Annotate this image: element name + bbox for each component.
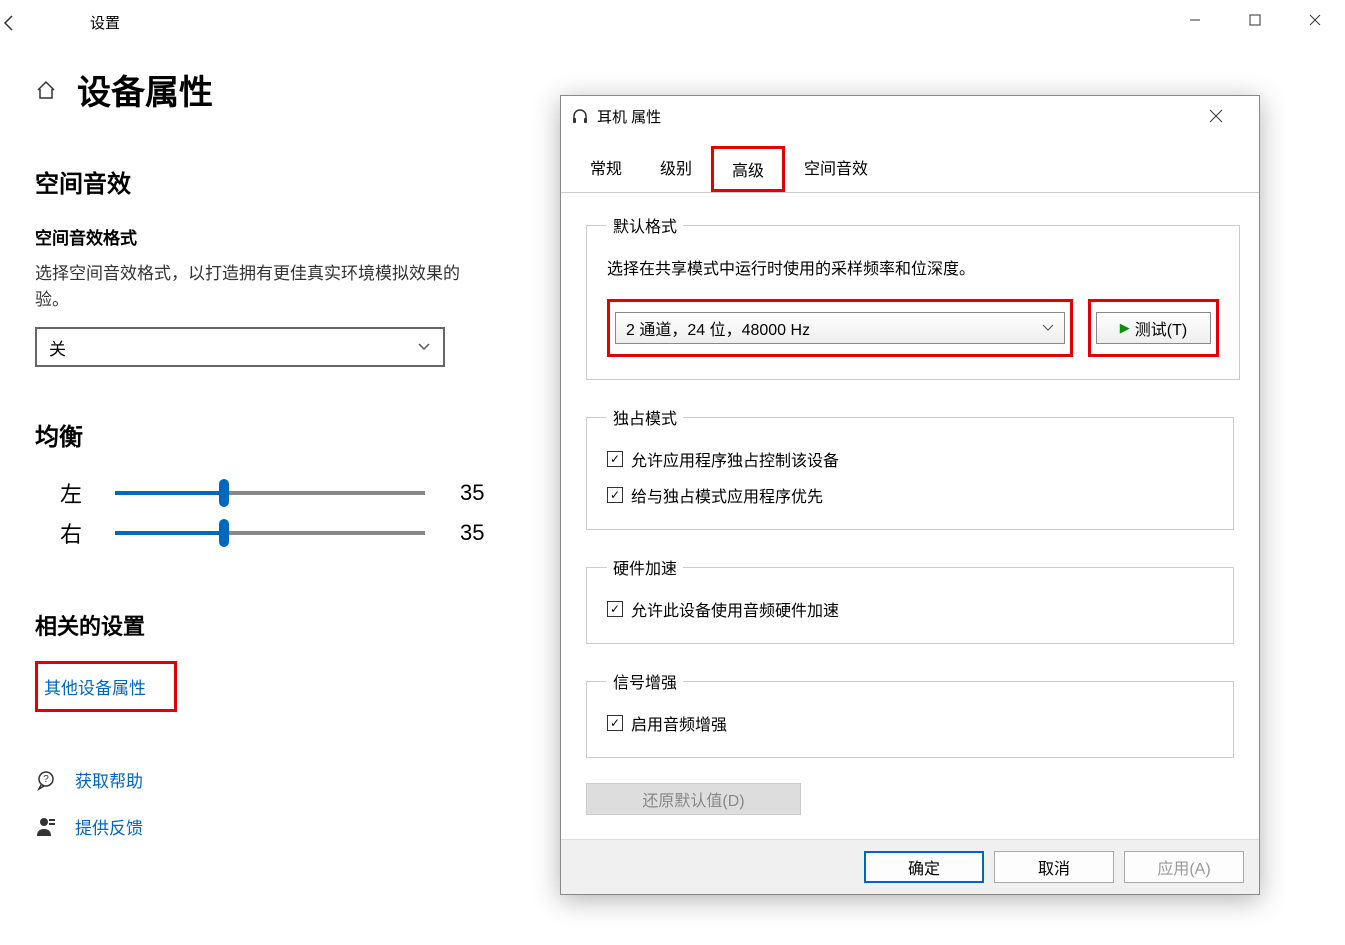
tab-levels[interactable]: 级别 xyxy=(641,146,711,192)
headphones-icon xyxy=(571,107,597,125)
back-button[interactable] xyxy=(0,14,50,32)
signal-legend: 信号增强 xyxy=(607,669,683,693)
restore-defaults-button[interactable]: 还原默认值(D) xyxy=(586,783,801,815)
dialog-body: 默认格式 选择在共享模式中运行时使用的采样频率和位深度。 2 通道，24 位，4… xyxy=(561,193,1259,835)
exclusive-legend: 独占模式 xyxy=(607,405,683,429)
spatial-desc: 选择空间音效格式，以打造拥有更佳真实环境模拟效果的 验。 xyxy=(35,261,565,312)
balance-right-label: 右 xyxy=(60,517,115,549)
checkbox-icon: ✓ xyxy=(607,715,623,731)
maximize-button[interactable] xyxy=(1225,0,1285,40)
signal-enhance-group: 信号增强 ✓ 启用音频增强 xyxy=(586,669,1234,758)
signal-enable-row[interactable]: ✓ 启用音频增强 xyxy=(607,711,1213,735)
chevron-down-icon xyxy=(417,342,431,352)
dialog-title: 耳机 属性 xyxy=(597,106,1209,127)
person-icon xyxy=(35,816,60,838)
page-title: 设备属性 xyxy=(77,65,213,114)
chat-icon: ? xyxy=(35,769,60,791)
test-button-highlight: ▶ 测试(T) xyxy=(1088,299,1219,357)
signal-enable-label: 启用音频增强 xyxy=(631,711,727,735)
spatial-desc-line2: 验。 xyxy=(35,290,69,309)
dialog-close-button[interactable] xyxy=(1209,109,1249,123)
format-select[interactable]: 2 通道，24 位，48000 Hz xyxy=(615,312,1065,344)
balance-left-slider[interactable] xyxy=(115,491,425,495)
checkbox-icon: ✓ xyxy=(607,451,623,467)
allow-exclusive-row[interactable]: ✓ 允许应用程序独占控制该设备 xyxy=(607,447,1213,471)
tab-advanced[interactable]: 高级 xyxy=(711,146,785,192)
other-device-props-highlight: 其他设备属性 xyxy=(35,661,177,712)
hw-accel-label: 允许此设备使用音频硬件加速 xyxy=(631,597,839,621)
balance-left-value: 35 xyxy=(460,480,484,506)
tab-spatial[interactable]: 空间音效 xyxy=(785,146,887,192)
window-title: 设置 xyxy=(90,12,120,33)
default-format-desc: 选择在共享模式中运行时使用的采样频率和位深度。 xyxy=(607,255,1219,279)
balance-right-slider[interactable] xyxy=(115,531,425,535)
hw-accel-legend: 硬件加速 xyxy=(607,555,683,579)
dialog-footer: 确定 取消 应用(A) xyxy=(561,839,1259,894)
dialog-tabs: 常规 级别 高级 空间音效 xyxy=(561,146,1259,193)
home-icon[interactable] xyxy=(35,79,57,101)
play-icon: ▶ xyxy=(1120,320,1130,336)
svg-text:?: ? xyxy=(43,774,49,785)
cancel-button[interactable]: 取消 xyxy=(994,851,1114,883)
headphone-properties-dialog: 耳机 属性 常规 级别 高级 空间音效 默认格式 选择在共享模式中运行时使用的采… xyxy=(560,95,1260,895)
hw-accel-row[interactable]: ✓ 允许此设备使用音频硬件加速 xyxy=(607,597,1213,621)
slider-thumb[interactable] xyxy=(219,479,229,507)
titlebar: 设置 xyxy=(0,0,1345,45)
exclusive-mode-group: 独占模式 ✓ 允许应用程序独占控制该设备 ✓ 给与独占模式应用程序优先 xyxy=(586,405,1234,530)
get-help-link[interactable]: 获取帮助 xyxy=(75,767,143,792)
ok-button[interactable]: 确定 xyxy=(864,851,984,883)
tab-general[interactable]: 常规 xyxy=(571,146,641,192)
chevron-down-icon xyxy=(1042,324,1054,332)
default-format-group: 默认格式 选择在共享模式中运行时使用的采样频率和位深度。 2 通道，24 位，4… xyxy=(586,213,1240,380)
dropdown-value: 关 xyxy=(49,335,66,360)
hardware-accel-group: 硬件加速 ✓ 允许此设备使用音频硬件加速 xyxy=(586,555,1234,644)
apply-button[interactable]: 应用(A) xyxy=(1124,851,1244,883)
window-controls xyxy=(1165,0,1345,40)
close-button[interactable] xyxy=(1285,0,1345,40)
balance-left-label: 左 xyxy=(60,477,115,509)
test-button-label: 测试(T) xyxy=(1135,316,1187,340)
format-select-value: 2 通道，24 位，48000 Hz xyxy=(626,316,810,340)
feedback-link[interactable]: 提供反馈 xyxy=(75,814,143,839)
dialog-titlebar: 耳机 属性 xyxy=(561,96,1259,136)
exclusive-priority-row[interactable]: ✓ 给与独占模式应用程序优先 xyxy=(607,483,1213,507)
checkbox-icon: ✓ xyxy=(607,487,623,503)
format-select-highlight: 2 通道，24 位，48000 Hz xyxy=(607,299,1073,357)
balance-right-value: 35 xyxy=(460,520,484,546)
other-device-props-link[interactable]: 其他设备属性 xyxy=(44,679,146,698)
allow-exclusive-label: 允许应用程序独占控制该设备 xyxy=(631,447,839,471)
checkbox-icon: ✓ xyxy=(607,601,623,617)
test-button[interactable]: ▶ 测试(T) xyxy=(1096,312,1211,344)
spatial-format-dropdown[interactable]: 关 xyxy=(35,327,445,367)
exclusive-priority-label: 给与独占模式应用程序优先 xyxy=(631,483,823,507)
format-row: 2 通道，24 位，48000 Hz ▶ 测试(T) xyxy=(607,299,1219,357)
spatial-desc-line1: 选择空间音效格式，以打造拥有更佳真实环境模拟效果的 xyxy=(35,264,460,283)
minimize-button[interactable] xyxy=(1165,0,1225,40)
default-format-legend: 默认格式 xyxy=(607,213,683,237)
slider-thumb[interactable] xyxy=(219,519,229,547)
